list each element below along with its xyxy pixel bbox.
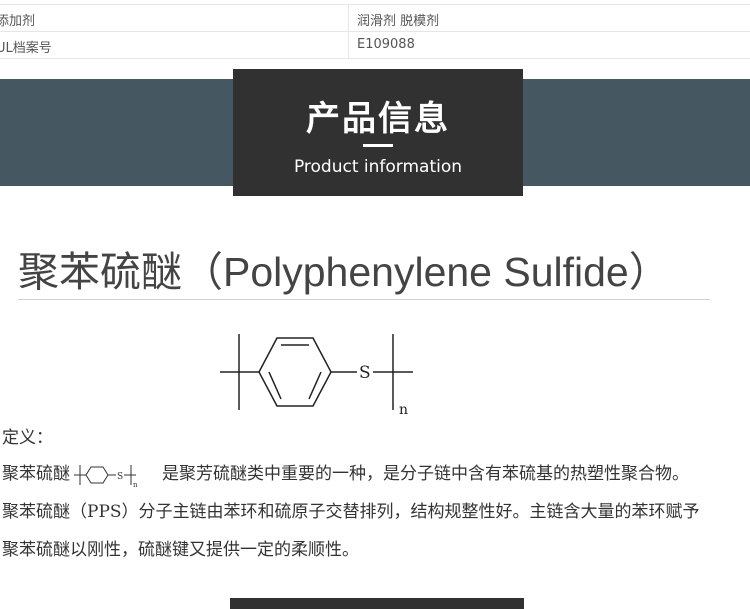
repeat-subscript: n bbox=[399, 402, 408, 418]
spec-value: 润滑剂 脱模剂 bbox=[357, 14, 440, 29]
definition-heading: 定义： bbox=[2, 428, 53, 448]
title-divider bbox=[363, 144, 393, 147]
definition-line: 聚苯硫醚 S n 是聚芳硫醚类中重要的一种，是分子链中含有苯硫基的热塑性聚合物。 bbox=[2, 459, 689, 488]
mini-repeat-subscript: n bbox=[133, 481, 138, 488]
definition-line: 聚苯硫醚以刚性，硫醚键又提供一定的柔顺性。 bbox=[2, 540, 359, 560]
inline-structure-formula: S n bbox=[74, 464, 138, 488]
section-title-en: Product information bbox=[293, 157, 463, 177]
section-title-box: 产品信息 Product information bbox=[233, 69, 523, 196]
spec-key: UL档案号 bbox=[0, 41, 52, 56]
sulfur-atom: S bbox=[359, 363, 371, 383]
spec-key: 添加剂 bbox=[0, 14, 36, 29]
chevron-down-icon: ▾ bbox=[714, 0, 719, 2]
product-title: 聚苯硫醚（Polyphenylene Sulfide） bbox=[18, 249, 670, 295]
column-divider bbox=[348, 32, 349, 58]
column-divider bbox=[348, 5, 349, 31]
title-underline bbox=[18, 299, 710, 300]
table-row: 添加剂 润滑剂 脱模剂 bbox=[0, 5, 750, 32]
spec-value: E109088 bbox=[357, 37, 415, 52]
definition-line: 聚苯硫醚（PPS）分子主链由苯环和硫原子交替排列，结构规整性好。主链含大量的苯环… bbox=[2, 502, 700, 522]
next-section-box bbox=[230, 598, 524, 609]
definition-text: 是聚芳硫醚类中重要的一种，是分子链中含有苯硫基的热塑性聚合物。 bbox=[162, 464, 689, 484]
table-row: UL档案号 E109088 bbox=[0, 32, 750, 59]
mini-sulfur-atom: S bbox=[117, 472, 123, 482]
structure-formula: S n bbox=[220, 334, 413, 418]
definition-text: 聚苯硫醚 bbox=[2, 464, 70, 484]
section-title-cn: 产品信息 bbox=[306, 99, 450, 139]
